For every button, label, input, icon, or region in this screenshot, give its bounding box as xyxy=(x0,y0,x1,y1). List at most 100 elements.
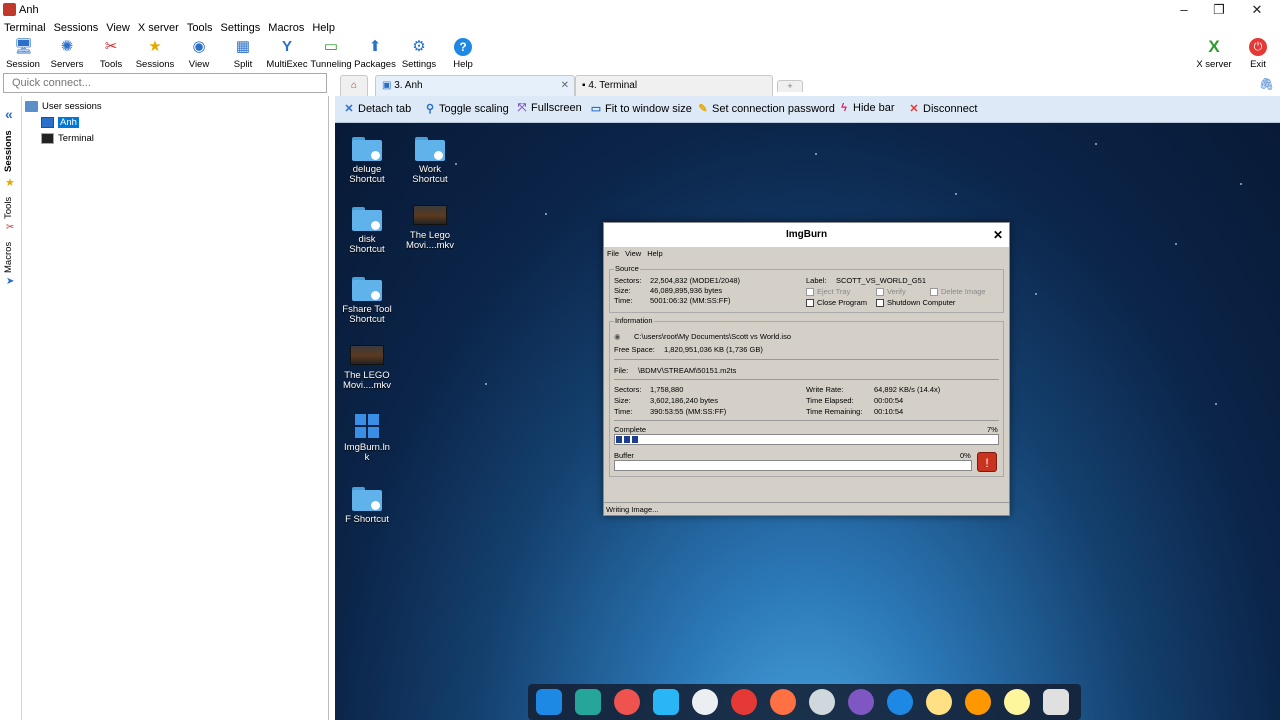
dock-app-icon[interactable] xyxy=(887,689,913,715)
imgburn-menu-view[interactable]: View xyxy=(625,249,641,258)
fit-window-button[interactable]: ▭ Fit to window size xyxy=(590,102,692,115)
close-button[interactable]: ✕ xyxy=(1240,1,1274,19)
terminal-icon: ▪ xyxy=(582,80,586,91)
tab-sessions[interactable]: Sessions xyxy=(3,130,19,172)
imgburn-status-bar: Writing Image... xyxy=(604,502,1009,515)
hide-bar-button[interactable]: ϟ Hide bar xyxy=(838,102,895,114)
menu-terminal[interactable]: Terminal xyxy=(0,20,50,36)
tunneling-button[interactable]: ▭ Tunneling xyxy=(307,36,355,72)
verify-checkbox[interactable]: Verify xyxy=(876,287,906,297)
shutdown-computer-checkbox[interactable]: Shutdown Computer xyxy=(876,298,955,308)
complete-progress-bar xyxy=(614,434,999,445)
desktop-icon-work[interactable]: Work Shortcut xyxy=(399,135,461,185)
desktop-icon-lego-movie-2[interactable]: The LEGO Movi....mkv xyxy=(336,341,398,391)
desktop-icon-fshare[interactable]: Fshare Tool Shortcut xyxy=(336,275,398,325)
tree-user-sessions[interactable]: User sessions xyxy=(25,99,102,113)
paperclip-icon[interactable]: 🖇 xyxy=(1259,77,1274,91)
settings-button[interactable]: ⚙ Settings xyxy=(395,36,443,72)
delete-image-checkbox[interactable]: Delete Image xyxy=(930,287,986,297)
fullscreen-button[interactable]: ⤧ Fullscreen xyxy=(516,102,582,115)
minimize-button[interactable]: – xyxy=(1167,1,1201,19)
packages-button[interactable]: ⬆ Packages xyxy=(351,36,399,72)
detach-tab-button[interactable]: ✕ Detach tab xyxy=(343,102,411,115)
window-title: Anh xyxy=(19,4,39,16)
disconnect-button[interactable]: ✕ Disconnect xyxy=(908,102,977,115)
restore-button[interactable]: ❐ xyxy=(1202,1,1236,19)
split-icon: ▦ xyxy=(235,38,251,55)
imgburn-menu-file[interactable]: File xyxy=(607,249,619,258)
dock-app-icon[interactable] xyxy=(575,689,601,715)
home-tab[interactable]: ⌂ xyxy=(340,75,368,96)
shortcut-icon xyxy=(354,413,380,439)
split-button[interactable]: ▦ Split xyxy=(219,36,267,72)
folder-shortcut-icon xyxy=(352,205,382,231)
home-icon: ⌂ xyxy=(350,80,358,91)
dock-app-icon[interactable] xyxy=(1043,689,1069,715)
progress-segment xyxy=(624,436,630,443)
dock-app-icon[interactable] xyxy=(848,689,874,715)
dock-app-icon[interactable] xyxy=(692,689,718,715)
exit-button[interactable]: ⏻ Exit xyxy=(1234,36,1280,72)
desktop-icon-lego-movie[interactable]: The Lego Movi....mkv xyxy=(399,201,461,251)
disconnect-icon: ✕ xyxy=(909,103,919,115)
tree-item-terminal[interactable]: Terminal xyxy=(41,131,94,145)
desktop-icon-deluge[interactable]: deluge Shortcut xyxy=(336,135,398,185)
dock-app-icon[interactable] xyxy=(536,689,562,715)
tab-anh[interactable]: ▣ 3. Anh ✕ xyxy=(375,75,575,96)
set-password-button[interactable]: ✎ Set connection password xyxy=(697,102,835,115)
detach-icon: ✕ xyxy=(344,103,354,115)
dock-app-icon[interactable] xyxy=(731,689,757,715)
menu-sessions[interactable]: Sessions xyxy=(50,20,103,36)
tunneling-icon: ▭ xyxy=(323,38,339,55)
sessions-button[interactable]: ★ Sessions xyxy=(131,36,179,72)
view-button[interactable]: ◉ View xyxy=(175,36,223,72)
menu-help[interactable]: Help xyxy=(308,20,339,36)
folder-shortcut-icon xyxy=(415,135,445,161)
dock-app-icon[interactable] xyxy=(614,689,640,715)
imgburn-menu-help[interactable]: Help xyxy=(647,249,662,258)
folder-shortcut-icon xyxy=(352,485,382,511)
dock-app-icon[interactable] xyxy=(926,689,952,715)
tab-close-icon[interactable]: ✕ xyxy=(561,76,569,96)
dock-app-icon[interactable] xyxy=(965,689,991,715)
dock-app-icon[interactable] xyxy=(653,689,679,715)
settings-icon: ⚙ xyxy=(412,38,426,55)
multiexec-button[interactable]: Y MultiExec xyxy=(263,36,311,72)
tools-button[interactable]: ✂ Tools xyxy=(87,36,135,72)
tab-tools[interactable]: Tools xyxy=(3,194,19,222)
folder-shortcut-icon xyxy=(352,275,382,301)
collapse-icon[interactable]: « xyxy=(5,106,13,122)
menu-settings[interactable]: Settings xyxy=(217,20,265,36)
desktop-icon-disk[interactable]: disk Shortcut xyxy=(336,205,398,255)
tree-item-anh[interactable]: Anh xyxy=(41,115,79,129)
xserver-button[interactable]: XX server xyxy=(1190,36,1238,72)
menu-xserver[interactable]: X server xyxy=(134,20,183,36)
abort-button[interactable]: ! xyxy=(977,452,997,472)
tab-terminal[interactable]: ▪ 4. Terminal xyxy=(575,75,773,96)
menu-macros[interactable]: Macros xyxy=(264,20,308,36)
video-thumbnail-icon xyxy=(413,205,447,225)
imgburn-close-button[interactable]: ✕ xyxy=(993,223,1003,247)
monitor-icon: ▣ xyxy=(382,80,392,91)
servers-button[interactable]: ✺ Servers xyxy=(43,36,91,72)
fullscreen-icon: ⤧ xyxy=(517,102,527,114)
menu-view[interactable]: View xyxy=(102,20,134,36)
stop-icon: ! xyxy=(985,456,989,470)
new-tab-button[interactable]: + xyxy=(777,80,803,92)
magnifier-icon: ⚲ xyxy=(425,103,435,115)
toggle-scaling-button[interactable]: ⚲ Toggle scaling xyxy=(424,102,509,115)
view-icon: ◉ xyxy=(192,38,206,55)
dock-app-icon[interactable] xyxy=(770,689,796,715)
desktop-icon-f-shortcut[interactable]: F Shortcut xyxy=(336,485,398,525)
help-button[interactable]: ? Help xyxy=(439,36,487,72)
menu-tools[interactable]: Tools xyxy=(183,20,217,36)
dock-app-icon[interactable] xyxy=(1004,689,1030,715)
session-button[interactable]: 🖥 Session xyxy=(0,36,47,72)
desktop-icon-imgburn[interactable]: ImgBurn.ln k xyxy=(336,413,398,463)
tab-macros[interactable]: Macros xyxy=(3,240,19,274)
dock-app-icon[interactable] xyxy=(809,689,835,715)
close-program-checkbox[interactable]: Close Program xyxy=(806,298,867,308)
video-thumbnail-icon xyxy=(350,345,384,365)
quick-connect-input[interactable] xyxy=(3,73,327,93)
eject-tray-checkbox[interactable]: Eject Tray xyxy=(806,287,850,297)
